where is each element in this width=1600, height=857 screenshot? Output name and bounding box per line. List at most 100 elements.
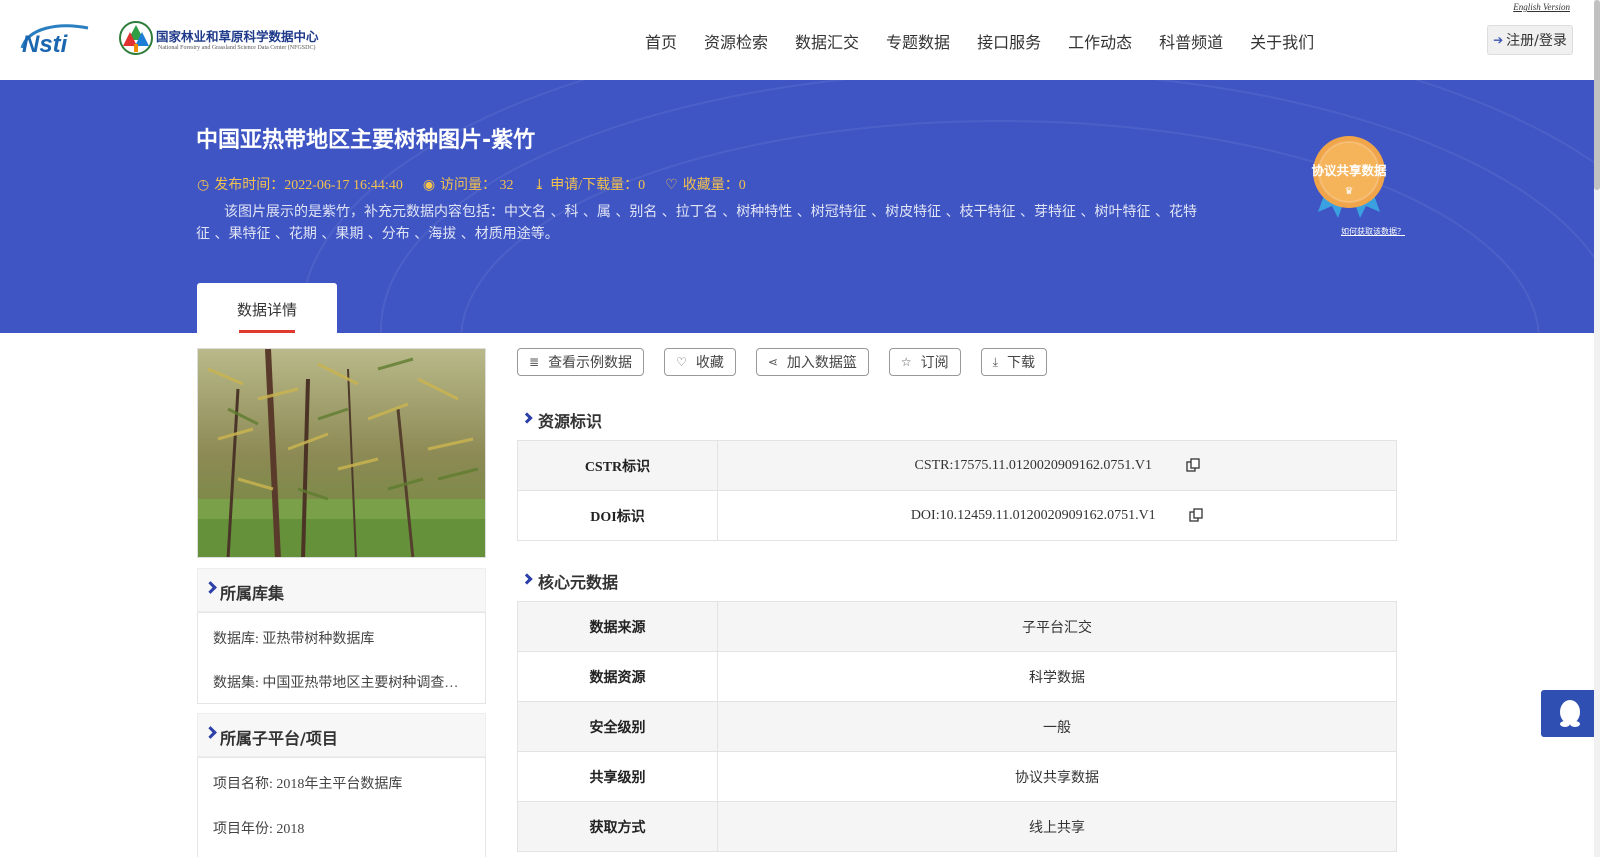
doi-key: DOI标识 bbox=[517, 490, 718, 541]
badge-text: 协议共享数据 bbox=[1311, 163, 1387, 178]
nav-thematic-data[interactable]: 专题数据 bbox=[886, 29, 950, 53]
chevron-right-icon bbox=[521, 412, 533, 424]
logo-en-text: National Forestry and Grassland Science … bbox=[158, 45, 316, 51]
visit-count-text: 访问量： 32 bbox=[440, 178, 514, 193]
dataset-link[interactable]: 数据集: 中国亚热带地区主要树种调查数据集 bbox=[213, 672, 469, 692]
resource-id-title: 资源标识 bbox=[538, 412, 603, 431]
nav-resource-search[interactable]: 资源检索 bbox=[704, 29, 768, 53]
subscribe-label: 订阅 bbox=[920, 355, 949, 371]
table-row: 共享级别 协议共享数据 bbox=[517, 751, 1397, 802]
nsti-logo[interactable]: Nsti bbox=[18, 20, 98, 58]
resource-id-header: 资源标识 bbox=[521, 408, 603, 432]
nav-api-service[interactable]: 接口服务 bbox=[977, 29, 1041, 53]
tab-data-details[interactable]: 数据详情 bbox=[197, 283, 337, 333]
nav-home[interactable]: 首页 bbox=[645, 29, 677, 53]
bamboo-photo-image bbox=[198, 349, 485, 557]
platform-section-body: 项目名称: 2018年主平台数据库 项目年份: 2018 bbox=[197, 757, 486, 857]
page-scrollbar-thumb[interactable] bbox=[1594, 0, 1600, 190]
security-level-key: 安全级别 bbox=[517, 701, 718, 752]
download-count: ⤓ 申请/下载量：0 bbox=[534, 174, 646, 194]
core-metadata-table: 数据来源 子平台汇交 数据资源 科学数据 安全级别 一般 共享级别 协议共享数据… bbox=[517, 601, 1397, 852]
table-row: 数据资源 科学数据 bbox=[517, 651, 1397, 702]
table-row: DOI标识 DOI:10.12459.11.0120020909162.0751… bbox=[517, 490, 1397, 541]
table-row: CSTR标识 CSTR:17575.11.0120020909162.0751.… bbox=[517, 440, 1397, 491]
download-icon: ⤓ bbox=[533, 178, 546, 193]
table-row: 获取方式 线上共享 bbox=[517, 801, 1397, 852]
eye-icon: ◉ bbox=[422, 178, 436, 193]
library-section-body: 数据库: 亚热带树种数据库 数据集: 中国亚热带地区主要树种调查数据集 bbox=[197, 612, 486, 704]
favorite-button[interactable]: ♡ 收藏 bbox=[664, 348, 736, 376]
login-label: 注册/登录 bbox=[1506, 33, 1567, 49]
english-version-link[interactable]: English Version bbox=[1513, 2, 1570, 12]
database-icon: ≣ bbox=[529, 355, 540, 369]
publish-time-text: 发布时间：2022-06-17 16:44:40 bbox=[214, 178, 403, 193]
copy-icon[interactable] bbox=[1185, 458, 1200, 472]
dataset-title: 中国亚热带地区主要树种图片-紫竹 bbox=[196, 128, 536, 153]
tab-data-details-label: 数据详情 bbox=[236, 301, 297, 319]
nfgsdc-logo[interactable]: 国家林业和草原科学数据中心 National Forestry and Gras… bbox=[118, 20, 338, 62]
main-nav: 首页 资源检索 数据汇交 专题数据 接口服务 工作动态 科普频道 关于我们 bbox=[645, 29, 1314, 53]
download-button[interactable]: ⤓ 下载 bbox=[980, 348, 1047, 376]
clock-icon: ◷ bbox=[197, 178, 210, 193]
data-source-value: 子平台汇交 bbox=[717, 601, 1397, 652]
nav-news[interactable]: 工作动态 bbox=[1068, 29, 1132, 53]
svg-text:♛: ♛ bbox=[1345, 186, 1354, 197]
heart-icon: ♡ bbox=[665, 178, 678, 193]
core-metadata-header: 核心元数据 bbox=[521, 569, 619, 593]
resource-id-table: CSTR标识 CSTR:17575.11.0120020909162.0751.… bbox=[517, 440, 1397, 541]
sign-in-icon: ➔ bbox=[1493, 33, 1504, 47]
core-metadata-title: 核心元数据 bbox=[538, 573, 619, 592]
dataset-photo bbox=[197, 348, 486, 558]
login-button[interactable]: ➔ 注册/登录 bbox=[1487, 25, 1573, 55]
active-tab-indicator bbox=[239, 330, 295, 333]
share-level-value: 协议共享数据 bbox=[717, 751, 1397, 802]
publish-time: ◷ 发布时间：2022-06-17 16:44:40 bbox=[197, 174, 403, 194]
chevron-right-icon bbox=[521, 573, 533, 585]
security-level-value: 一般 bbox=[717, 701, 1397, 752]
action-bar: ≣ 查看示例数据 ♡ 收藏 ⋖ 加入数据篮 ☆ 订阅 ⤓ 下载 bbox=[517, 348, 1047, 376]
share-level-key: 共享级别 bbox=[517, 751, 718, 802]
logo-cn-text: 国家林业和草原科学数据中心 bbox=[156, 29, 319, 44]
nfgsdc-emblem-icon bbox=[119, 21, 153, 55]
heart-icon: ♡ bbox=[676, 355, 687, 369]
favorite-label: 收藏 bbox=[695, 355, 724, 371]
platform-section-title: 所属子平台/项目 bbox=[220, 729, 338, 748]
chevron-right-icon bbox=[204, 581, 217, 594]
data-resource-value: 科学数据 bbox=[717, 651, 1397, 702]
nav-about-us[interactable]: 关于我们 bbox=[1250, 29, 1314, 53]
cstr-value: CSTR:17575.11.0120020909162.0751.V1 bbox=[914, 457, 1153, 473]
view-sample-data-label: 查看示例数据 bbox=[548, 355, 633, 371]
table-row: 安全级别 一般 bbox=[517, 701, 1397, 752]
data-source-key: 数据来源 bbox=[517, 601, 718, 652]
copy-icon[interactable] bbox=[1189, 508, 1203, 522]
qq-penguin-icon bbox=[1560, 700, 1580, 727]
subscribe-button[interactable]: ☆ 订阅 bbox=[888, 348, 961, 376]
add-to-basket-button[interactable]: ⋖ 加入数据篮 bbox=[755, 348, 869, 376]
header: Nsti 国家林业和草原科学数据中心 National Forestry and… bbox=[0, 0, 1594, 80]
database-link[interactable]: 数据库: 亚热带树种数据库 bbox=[213, 628, 469, 648]
cstr-key: CSTR标识 bbox=[517, 440, 718, 491]
project-year: 项目年份: 2018 bbox=[213, 822, 305, 837]
chevron-right-icon bbox=[204, 726, 217, 739]
favorite-count-text: 收藏量：0 bbox=[682, 178, 746, 193]
how-to-get-data-link[interactable]: 如何获取该数据？ bbox=[1341, 226, 1405, 237]
nav-science-channel[interactable]: 科普频道 bbox=[1159, 29, 1223, 53]
download-label: 下载 bbox=[1006, 355, 1035, 371]
doi-value-cell: DOI:10.12459.11.0120020909162.0751.V1 bbox=[717, 490, 1397, 541]
add-to-basket-label: 加入数据篮 bbox=[786, 355, 857, 371]
download-count-text: 申请/下载量：0 bbox=[550, 178, 646, 193]
share-icon: ⋖ bbox=[767, 355, 778, 369]
access-method-value: 线上共享 bbox=[717, 801, 1397, 852]
platform-section-header: 所属子平台/项目 bbox=[197, 713, 486, 757]
dataset-meta: ◷ 发布时间：2022-06-17 16:44:40 ◉ 访问量： 32 ⤓ 申请/下… bbox=[197, 174, 746, 194]
favorite-count: ♡ 收藏量：0 bbox=[665, 174, 746, 194]
star-icon: ☆ bbox=[900, 355, 912, 369]
download-icon: ⤓ bbox=[992, 354, 998, 369]
qq-chat-button[interactable] bbox=[1541, 690, 1596, 737]
cstr-value-cell: CSTR:17575.11.0120020909162.0751.V1 bbox=[717, 440, 1397, 491]
data-resource-key: 数据资源 bbox=[517, 651, 718, 702]
library-section-header: 所属库集 bbox=[197, 568, 486, 612]
view-sample-data-button[interactable]: ≣ 查看示例数据 bbox=[517, 348, 645, 376]
nav-data-submission[interactable]: 数据汇交 bbox=[795, 29, 859, 53]
dataset-banner: 中国亚热带地区主要树种图片-紫竹 ◷ 发布时间：2022-06-17 16:44:… bbox=[0, 80, 1594, 333]
